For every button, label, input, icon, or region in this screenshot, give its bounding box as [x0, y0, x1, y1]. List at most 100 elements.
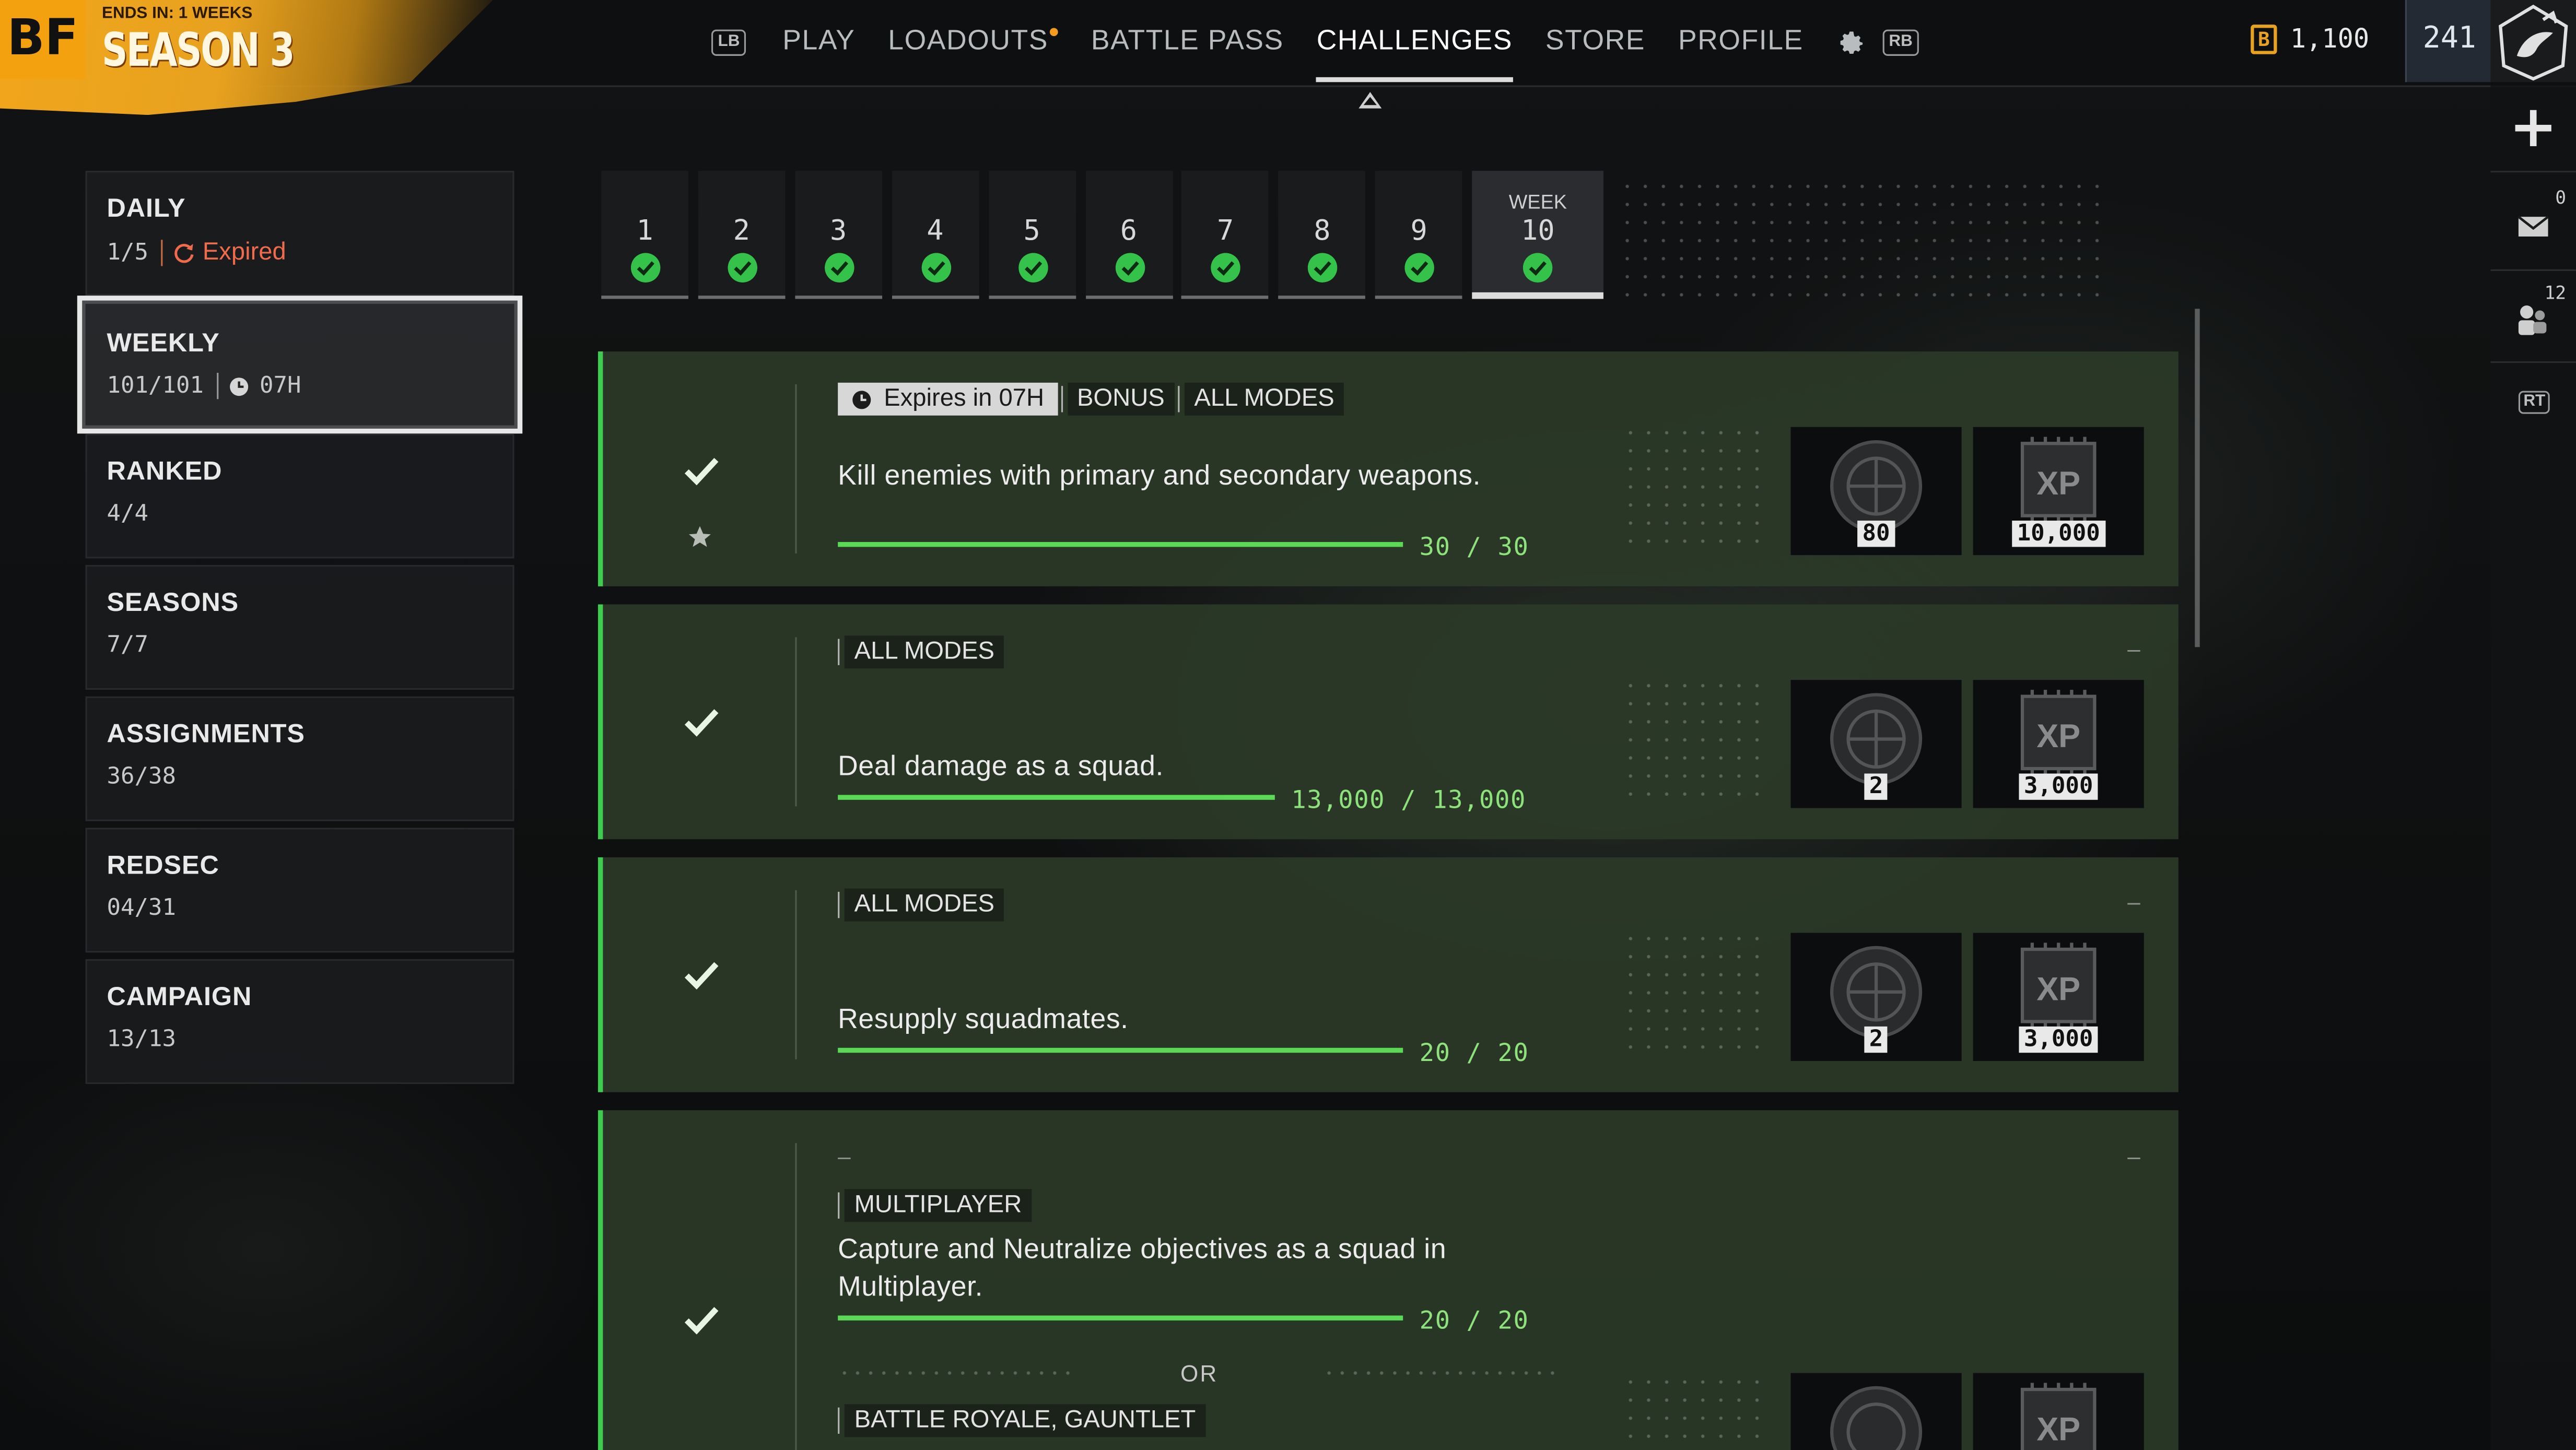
challenge-tag: BATTLE ROYALE, GAUNTLET	[838, 1404, 1206, 1437]
challenge-progress-count: 20 / 20	[1419, 1038, 1529, 1068]
reward-xp[interactable]: XP	[1973, 1373, 2144, 1450]
nav-loadouts-label: LOADOUTS	[888, 25, 1049, 56]
challenge-progress-count: 30 / 30	[1419, 532, 1529, 562]
decorative-dots	[1621, 676, 1770, 808]
collapse-dash[interactable]: –	[2127, 1143, 2140, 1169]
weekly-timer: 07H	[260, 373, 301, 399]
lb-button-hint[interactable]: LB	[711, 29, 747, 56]
week-number: 2	[733, 215, 750, 248]
week-tab-2[interactable]: 2	[698, 171, 786, 299]
challenge-tag: ALL MODES	[838, 888, 1004, 922]
challenge-card[interactable]: ALL MODES – Resupply squadmates. 20 / 20…	[598, 857, 2179, 1092]
collapse-dash[interactable]: –	[2127, 635, 2140, 662]
week-tab-3[interactable]: 3	[794, 171, 882, 299]
nav-play[interactable]: PLAY	[782, 0, 855, 86]
mail-button[interactable]: 0	[2490, 181, 2576, 271]
category-progress: 4/4	[107, 501, 149, 527]
collapse-dash[interactable]: –	[2127, 889, 2140, 915]
week-complete-check-icon	[1017, 253, 1048, 283]
reward-badge[interactable]: 80	[1790, 427, 1962, 556]
bonus-star-icon	[688, 526, 711, 547]
week-tab-6[interactable]: 6	[1085, 171, 1173, 299]
nav-battle-pass[interactable]: BATTLE PASS	[1091, 0, 1284, 86]
divider	[795, 890, 797, 1059]
plus-icon	[2515, 110, 2551, 146]
week-complete-check-icon	[630, 253, 661, 283]
divider	[217, 373, 219, 399]
reward-badge[interactable]: 2	[1790, 680, 1962, 808]
reward-amount: 2	[1864, 773, 1888, 800]
week-tab-5[interactable]: 5	[988, 171, 1075, 299]
week-complete-check-icon	[921, 253, 951, 283]
reward-xp[interactable]: XP 3,000	[1973, 680, 2144, 808]
category-title: SEASONS	[107, 590, 239, 618]
reward-badge[interactable]: 2	[1790, 933, 1962, 1061]
decorative-dots	[1621, 423, 1770, 556]
collapse-dash[interactable]: –	[838, 1143, 851, 1169]
challenge-card[interactable]: – – MULTIPLAYER Capture and Neutralize o…	[598, 1110, 2179, 1450]
rb-button-hint[interactable]: RB	[1882, 29, 1919, 56]
reward-xp[interactable]: XP 10,000	[1973, 427, 2144, 556]
clock-icon	[852, 390, 871, 408]
week-number: 3	[829, 215, 847, 248]
category-title: REDSEC	[107, 852, 219, 880]
nav-store[interactable]: STORE	[1545, 0, 1645, 86]
divider	[795, 384, 797, 553]
add-button[interactable]	[2490, 86, 2576, 173]
challenge-card[interactable]: Expires in 07H BONUS ALL MODES Kill enem…	[598, 351, 2179, 586]
battlepass-token-icon	[1830, 1386, 1923, 1450]
nav-loadouts[interactable]: LOADOUTS	[888, 0, 1058, 86]
week-complete-check-icon	[728, 253, 757, 283]
category-progress: 7/7	[107, 632, 149, 659]
squad-button[interactable]: 12	[2490, 276, 2576, 363]
week-complete-check-icon	[1523, 253, 1553, 283]
category-progress: 04/31	[107, 895, 177, 922]
category-assignments[interactable]: ASSIGNMENTS 36/38	[85, 696, 514, 821]
week-number: 1	[636, 215, 653, 248]
rt-button-hint[interactable]: RT	[2518, 384, 2550, 414]
category-ranked[interactable]: RANKED 4/4	[85, 433, 514, 559]
challenge-progress-count: 20 / 20	[1419, 1305, 1529, 1336]
nav-profile[interactable]: PROFILE	[1678, 0, 1804, 86]
challenge-card[interactable]: ALL MODES – Deal damage as a squad. 13,0…	[598, 604, 2179, 840]
challenges-scrollbar[interactable]	[2195, 309, 2200, 647]
decorative-dots	[1621, 1373, 1770, 1450]
xp-label: XP	[2036, 1411, 2080, 1448]
week-tab-8[interactable]: 8	[1279, 171, 1366, 299]
challenge-tag: BONUS	[1060, 382, 1175, 416]
challenge-tags: ALL MODES	[838, 888, 1004, 922]
reward-xp[interactable]: XP 3,000	[1973, 933, 2144, 1061]
player-level[interactable]: 241	[2405, 0, 2492, 82]
or-label: OR	[1180, 1360, 1219, 1386]
category-progress-row: 101/101 07H	[107, 373, 301, 399]
completed-check-icon	[684, 962, 719, 990]
season-title[interactable]: SEASON 3	[102, 23, 295, 77]
challenge-tag: ALL MODES	[1177, 382, 1344, 416]
week-tab-10[interactable]: WEEK 10	[1472, 171, 1604, 299]
category-weekly[interactable]: WEEKLY 101/101 07H	[77, 296, 523, 434]
nav-challenges[interactable]: CHALLENGES	[1316, 0, 1514, 86]
currency-amount: 1,100	[2290, 23, 2370, 54]
challenge-description: Kill enemies with primary and secondary …	[838, 459, 1481, 491]
week-tab-9[interactable]: 9	[1375, 171, 1462, 299]
week-tab-4[interactable]: 4	[891, 171, 979, 299]
week-complete-check-icon	[1115, 253, 1144, 283]
category-progress: 36/38	[107, 763, 177, 790]
settings-gear-icon[interactable]	[1836, 28, 1866, 57]
player-avatar[interactable]	[2490, 0, 2576, 82]
currency-display[interactable]: B 1,100	[2251, 23, 2369, 54]
reward-badge[interactable]	[1790, 1373, 1962, 1450]
divider	[795, 637, 797, 807]
challenge-progress-count: 13,000 / 13,000	[1291, 785, 1526, 815]
category-campaign[interactable]: CAMPAIGN 13/13	[85, 959, 514, 1084]
week-tab-1[interactable]: 1	[601, 171, 688, 299]
week-label: WEEK	[1508, 190, 1567, 214]
challenge-tag: MULTIPLAYER	[838, 1189, 1032, 1222]
decorative-dots	[1618, 177, 2111, 302]
category-seasons[interactable]: SEASONS 7/7	[85, 565, 514, 690]
category-title: CAMPAIGN	[107, 984, 252, 1012]
category-daily[interactable]: DAILY 1/5 Expired	[85, 171, 514, 296]
category-redsec[interactable]: REDSEC 04/31	[85, 828, 514, 953]
reward-amount: 10,000	[2012, 521, 2105, 547]
week-tab-7[interactable]: 7	[1181, 171, 1269, 299]
